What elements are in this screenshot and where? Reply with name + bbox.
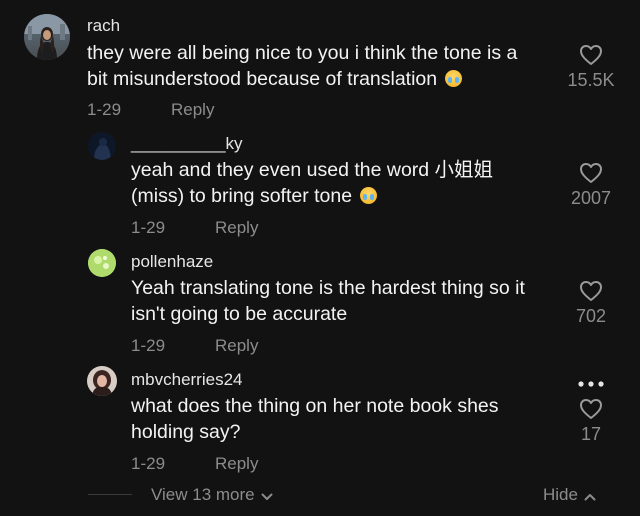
avatar-mbvcherries24-image [87,366,117,396]
reply-button[interactable]: Reply [215,454,258,474]
more-options-icon[interactable] [577,375,605,393]
comment-text-line: they were all being nice to you i think … [87,42,518,64]
avatar-pollenhaze-image [88,249,116,277]
comment-text-line: holding say? [131,421,241,443]
avatar-rach-image [24,14,70,60]
comment-date: 1-29 [131,218,166,237]
avatar-rach[interactable] [24,14,70,60]
reply-button[interactable]: Reply [171,100,214,120]
view-more-label: View 13 more [151,485,255,504]
hide-label: Hide [543,485,578,504]
like-count: 702 [575,306,607,326]
comment-text: Yeah translating tone is the hardest thi… [131,275,525,327]
avatar-ky-image [88,132,116,160]
chevron-down-icon [261,486,273,506]
comment-text: what does the thing on her note book she… [131,393,499,445]
reply-button[interactable]: Reply [215,218,258,238]
heart-icon [580,281,602,301]
avatar-mbvcherries24[interactable] [87,366,117,396]
like-button[interactable]: 17 [561,398,621,445]
replies-divider [88,494,132,495]
hide-replies-button[interactable]: Hide [543,485,596,506]
username[interactable]: pollenhaze [131,252,213,272]
loudly-crying-face-emoji-icon [444,70,462,87]
like-button[interactable]: 15.5K [561,44,621,91]
like-button[interactable]: 702 [561,280,621,327]
comment-text-line: Yeah translating tone is the hardest thi… [131,277,525,299]
heart-icon [580,163,602,183]
reply-button[interactable]: Reply [215,336,258,356]
username[interactable]: __________ky [131,134,243,154]
like-count: 2007 [570,188,612,208]
view-more-replies-button[interactable]: View 13 more [151,485,273,506]
comment-text-line: yeah and they even used the word 小姐姐 [131,159,494,181]
comment-date: 1-29 [131,454,166,473]
comment-text-line: isn't going to be accurate [131,303,348,325]
like-count: 15.5K [567,70,615,90]
comment-text: yeah and they even used the word 小姐姐 (mi… [131,157,493,209]
heart-icon [580,45,602,65]
comment-date: 1-29 [87,100,122,119]
like-button[interactable]: 2007 [561,162,621,209]
like-count: 17 [580,424,602,444]
username[interactable]: rach [87,16,120,36]
heart-icon [580,399,602,419]
comment-text-line: (miss) to bring softer tone [131,185,353,207]
comment-text-line: what does the thing on her note book she… [131,395,499,417]
avatar-pollenhaze[interactable] [88,249,116,277]
comment-date: 1-29 [131,336,166,355]
loudly-crying-face-emoji-icon [359,187,377,204]
username[interactable]: mbvcherries24 [131,370,243,390]
chevron-up-icon [584,486,596,506]
avatar-ky[interactable] [88,132,116,160]
comment-text-line: bit misunderstood because of translation [87,68,438,90]
comment-text: they were all being nice to you i think … [87,40,517,92]
